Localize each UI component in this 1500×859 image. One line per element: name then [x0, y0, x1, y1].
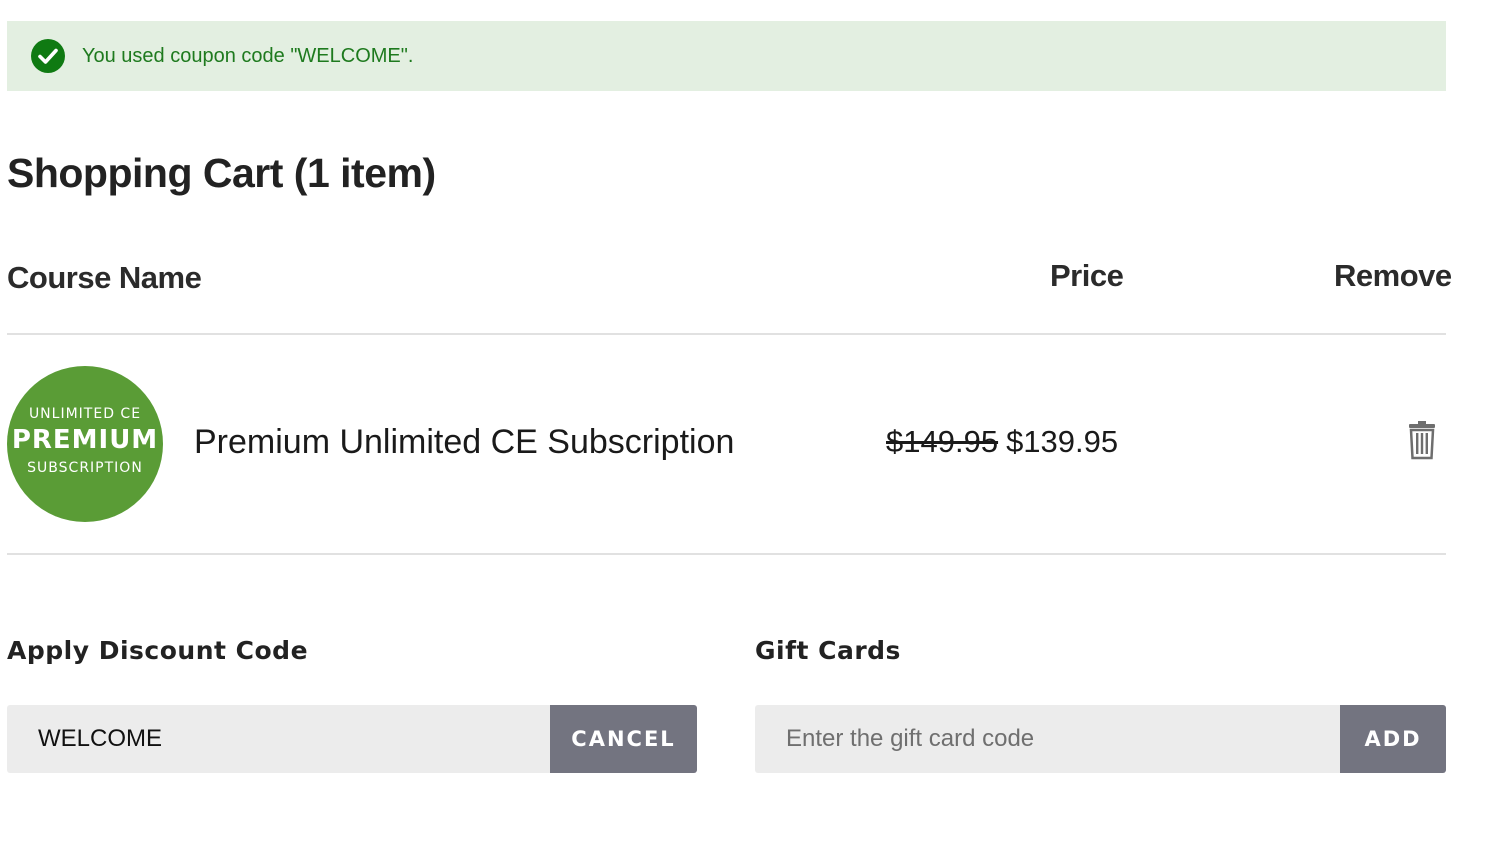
- banner-message: You used coupon code "WELCOME".: [82, 44, 414, 67]
- discounted-price: $139.95: [1006, 424, 1119, 459]
- cancel-discount-button[interactable]: CANCEL: [550, 705, 697, 773]
- gift-cards-label: Gift Cards: [755, 636, 901, 665]
- page-title: Shopping Cart (1 item): [7, 150, 436, 196]
- success-banner: You used coupon code "WELCOME".: [7, 21, 1446, 91]
- discount-code-label: Apply Discount Code: [7, 636, 309, 665]
- course-badge: UNLIMITED CE PREMIUM SUBSCRIPTION: [7, 366, 163, 522]
- badge-line1: UNLIMITED CE: [28, 406, 142, 422]
- badge-line2: PREMIUM: [11, 425, 159, 455]
- badge-line3: SUBSCRIPTION: [27, 460, 143, 476]
- check-circle-icon: [31, 39, 65, 73]
- price-cell: $149.95 $139.95: [886, 424, 1118, 460]
- table-divider: [7, 553, 1446, 555]
- original-price: $149.95: [886, 424, 999, 459]
- table-divider: [7, 333, 1446, 335]
- add-gift-card-button[interactable]: ADD: [1340, 705, 1446, 773]
- column-header-course-name: Course Name: [7, 260, 202, 295]
- discount-code-form: CANCEL: [7, 705, 697, 773]
- column-header-remove: Remove: [1334, 258, 1452, 293]
- discount-code-input[interactable]: [7, 705, 550, 773]
- gift-card-input[interactable]: [755, 705, 1340, 773]
- trash-icon[interactable]: [1407, 420, 1437, 460]
- gift-card-form: ADD: [755, 705, 1446, 773]
- column-header-price: Price: [1050, 258, 1124, 293]
- cart-page: You used coupon code "WELCOME". Shopping…: [0, 0, 1500, 859]
- course-name: Premium Unlimited CE Subscription: [194, 423, 735, 461]
